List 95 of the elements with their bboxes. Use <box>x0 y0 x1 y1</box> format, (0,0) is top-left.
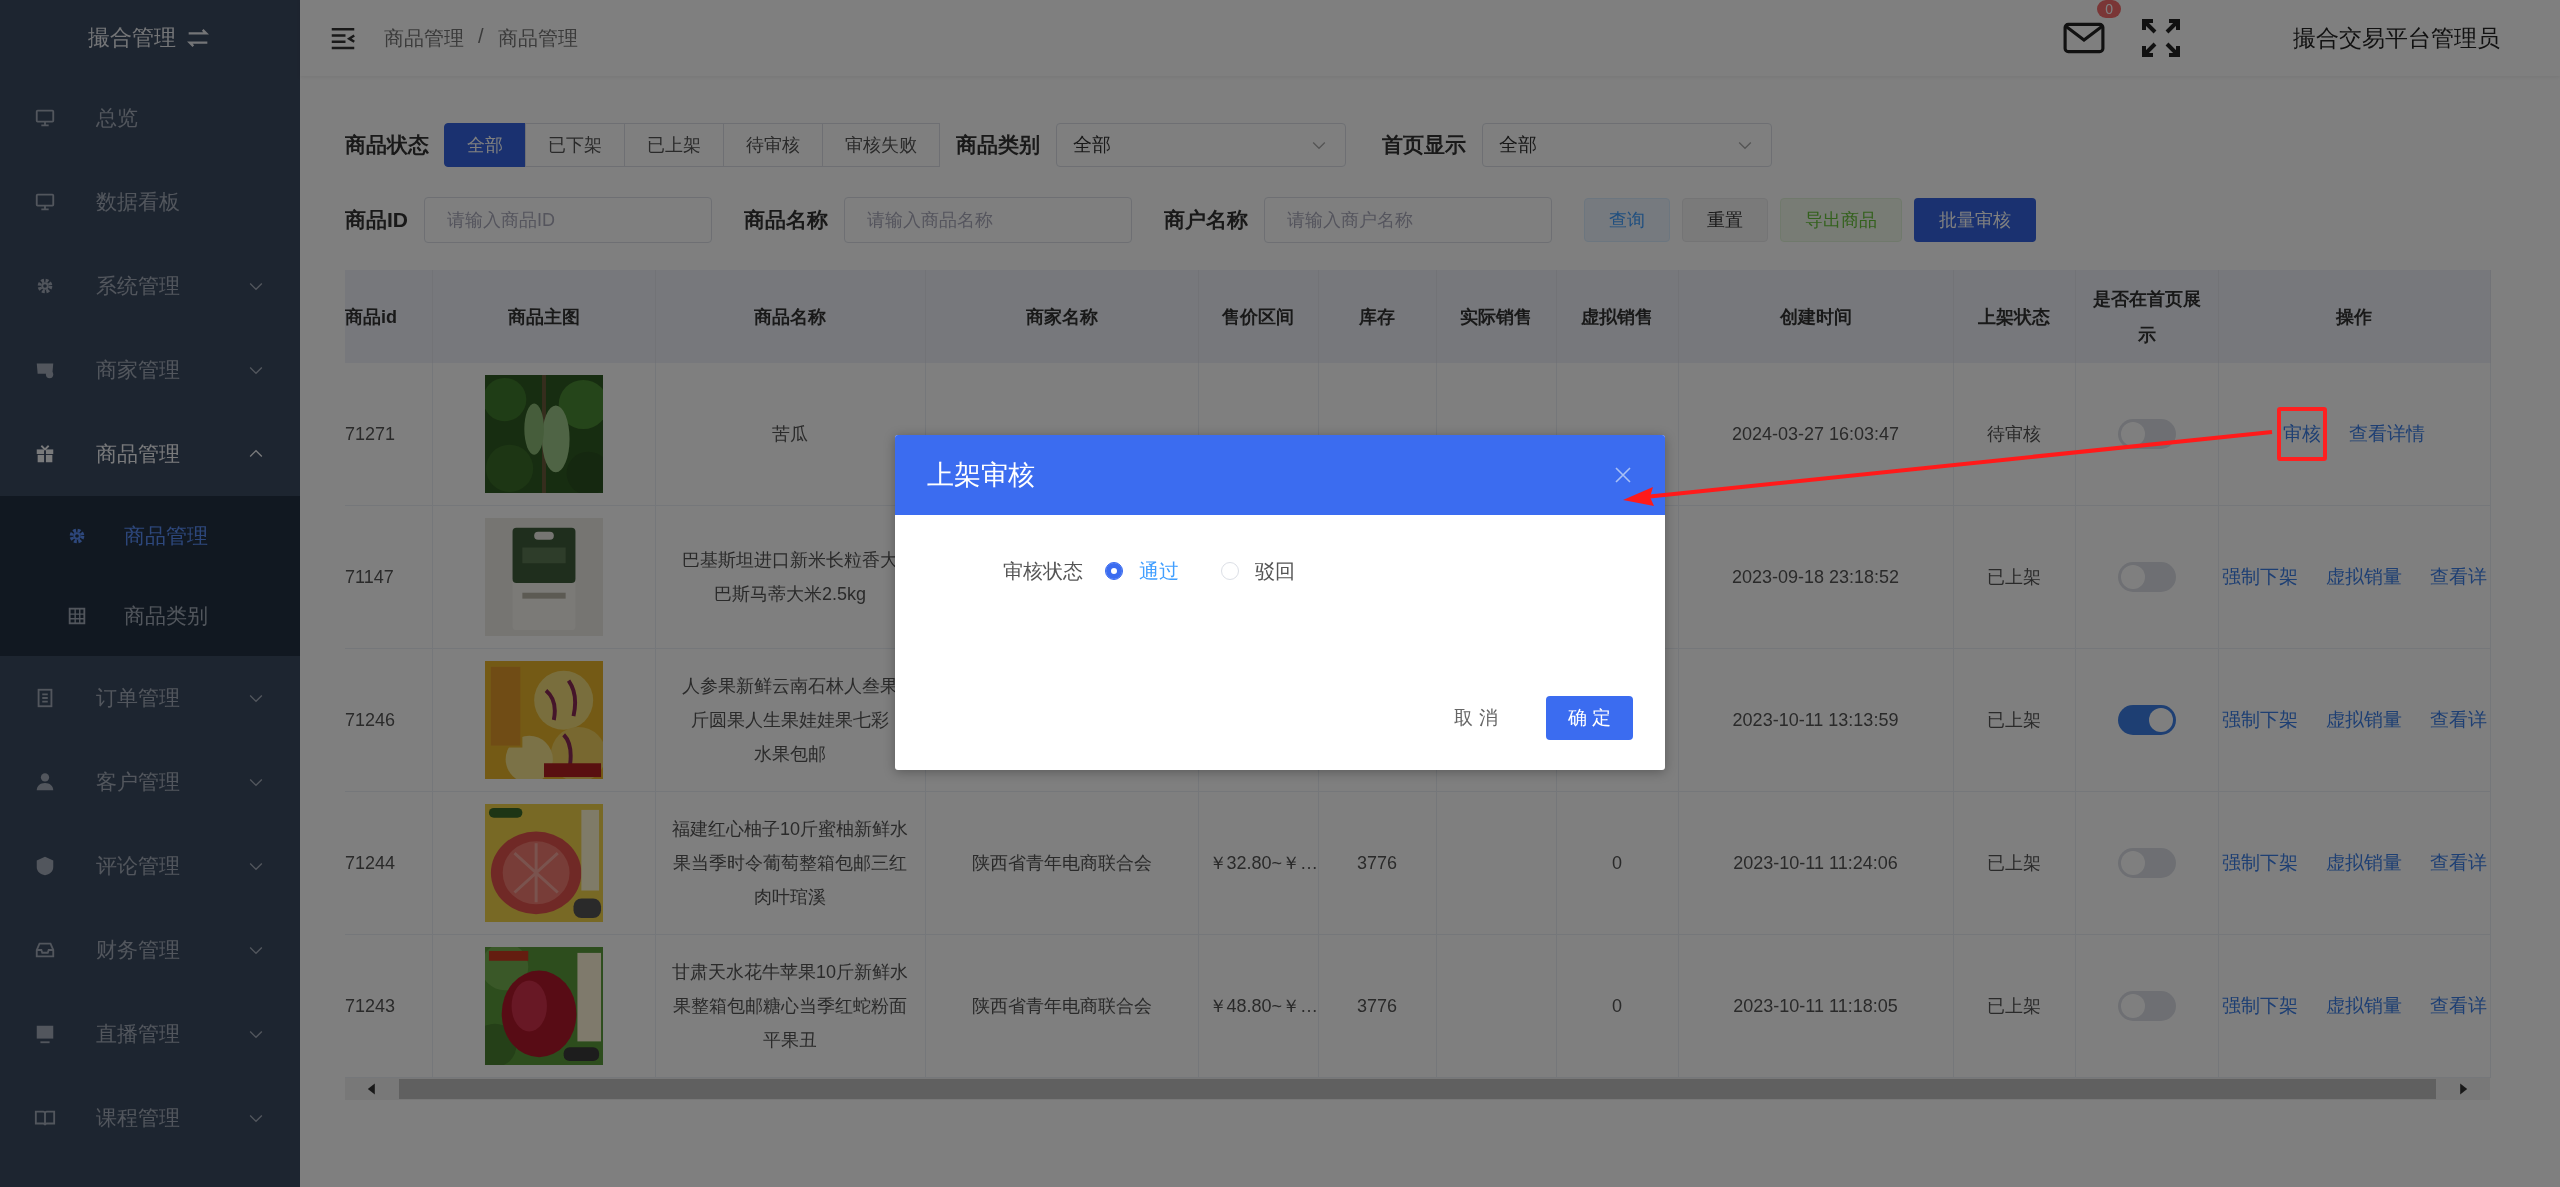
filter-label: 商品名称 <box>744 207 828 233</box>
submenu-item[interactable]: 商品类别 <box>0 576 300 656</box>
column-header: 是否在首页展示 <box>2075 270 2218 363</box>
action-link[interactable]: 查看详 <box>2429 566 2487 587</box>
table-cell: 2023-10-11 11:18:05 <box>1733 995 1898 1016</box>
status-tab[interactable]: 审核失败 <box>822 123 940 167</box>
action-link[interactable]: 查看详 <box>2429 995 2487 1016</box>
action-button[interactable]: 批量审核 <box>1914 198 2036 242</box>
column-header: 上架状态 <box>1953 270 2075 363</box>
table-cell: 0 <box>1612 995 1622 1016</box>
table-cell: 已上架 <box>1987 996 2041 1016</box>
table-cell-text: 苦瓜 <box>772 423 808 446</box>
table-cell: ￥32.80~￥… <box>1208 853 1319 873</box>
menu-item[interactable]: 商品管理 <box>0 412 300 496</box>
table-cell: 已上架 <box>1987 567 2041 587</box>
status-tab[interactable]: 全部 <box>444 123 526 167</box>
shield-icon <box>34 855 56 877</box>
column-header: 售价区间 <box>1198 270 1318 363</box>
table-cell: 待审核 <box>1987 424 2041 444</box>
mail-icon[interactable] <box>2063 22 2105 54</box>
dialog-title: 上架审核 <box>927 459 1035 492</box>
grid-icon <box>66 605 88 627</box>
table-cell: 3776 <box>1356 995 1397 1016</box>
table-cell: 陕西省青年电商联合会 <box>971 853 1152 873</box>
horizontal-scrollbar[interactable] <box>345 1078 2490 1100</box>
table-cell-text: 福建红心柚子10斤蜜柚新鲜水 果当季时令葡萄整箱包邮三红 肉叶琯溪 <box>672 818 908 909</box>
table-cell: 2023-10-11 13:13:59 <box>1732 709 1899 730</box>
close-icon[interactable] <box>1613 465 1633 485</box>
action-button[interactable]: 导出商品 <box>1780 198 1902 242</box>
screen-icon <box>34 1023 56 1045</box>
table-cell: 71246 <box>345 709 396 730</box>
breadcrumb-item[interactable]: 商品管理 <box>497 24 578 52</box>
action-link[interactable]: 强制下架 <box>2221 995 2298 1016</box>
filter-label: 商户名称 <box>1164 207 1248 233</box>
table-cell: 0 <box>1612 852 1622 873</box>
status-tab[interactable]: 已下架 <box>525 123 625 167</box>
filter-label: 商品状态 <box>345 132 429 158</box>
monitor-icon <box>34 107 56 129</box>
app-title: 撮合管理 <box>88 24 176 52</box>
table-cell: 已上架 <box>1987 853 2041 873</box>
filter-label: 商品类别 <box>956 132 1040 158</box>
table-cell: 2023-10-11 11:24:06 <box>1733 852 1898 873</box>
column-header: 商品主图 <box>432 270 655 363</box>
user-icon <box>34 771 56 793</box>
monitor-icon <box>34 191 56 213</box>
action-link[interactable]: 审核 <box>2283 423 2321 444</box>
toggle-switch[interactable] <box>2117 705 2176 735</box>
action-link[interactable]: 虚拟销量 <box>2325 995 2402 1016</box>
user-name[interactable]: 撮合交易平台管理员 <box>2293 22 2500 54</box>
action-button[interactable]: 查询 <box>1584 198 1670 242</box>
column-header: 操作 <box>2218 270 2490 363</box>
table-cell: 71147 <box>345 566 394 587</box>
table-cell-text: 甘肃天水花牛苹果10斤新鲜水 果整箱包邮糖心当季红蛇粉面 平果丑 <box>672 961 908 1052</box>
action-link[interactable]: 强制下架 <box>2221 709 2298 730</box>
select-field[interactable]: 全部 <box>1056 123 1346 167</box>
column-header: 实际销售 <box>1436 270 1556 363</box>
table-cell: 71243 <box>345 995 396 1016</box>
radio-option[interactable]: 通过 <box>1105 557 1179 585</box>
radio-option[interactable]: 驳回 <box>1221 557 1295 585</box>
action-button[interactable]: 重置 <box>1682 198 1768 242</box>
column-header: 创建时间 <box>1678 270 1953 363</box>
table-cell: 已上架 <box>1987 710 2041 730</box>
filter-label: 商品ID <box>345 207 408 233</box>
status-tab[interactable]: 已上架 <box>624 123 724 167</box>
action-link[interactable]: 强制下架 <box>2221 852 2298 873</box>
notification-badge: 0 <box>2097 0 2121 18</box>
action-link[interactable]: 虚拟销量 <box>2325 566 2402 587</box>
table-cell: 2024-03-27 16:03:47 <box>1731 423 1900 444</box>
status-tab[interactable]: 待审核 <box>723 123 823 167</box>
dialog-button[interactable]: 确 定 <box>1545 696 1633 740</box>
table-cell: 71244 <box>345 852 396 873</box>
column-header: 商品id <box>345 270 432 363</box>
gift-icon <box>34 443 56 465</box>
column-header: 库存 <box>1318 270 1436 363</box>
action-link[interactable]: 查看详 <box>2429 852 2487 873</box>
action-link[interactable]: 强制下架 <box>2221 566 2298 587</box>
select-field[interactable]: 全部 <box>1482 123 1772 167</box>
fullscreen-icon[interactable] <box>2141 18 2181 58</box>
filter-label: 首页显示 <box>1382 132 1466 158</box>
column-header: 商家名称 <box>925 270 1198 363</box>
breadcrumb-item[interactable]: 商品管理 <box>384 24 464 52</box>
table-cell: 2023-09-18 23:18:52 <box>1731 566 1900 587</box>
column-header: 虚拟销售 <box>1556 270 1678 363</box>
action-link[interactable]: 虚拟销量 <box>2325 709 2402 730</box>
table-cell: ￥48.80~￥… <box>1208 996 1319 1016</box>
table-cell: 3776 <box>1356 852 1397 873</box>
table-cell: 71271 <box>345 423 396 444</box>
breadcrumb-separator: / <box>478 24 484 49</box>
action-link[interactable]: 虚拟销量 <box>2325 852 2402 873</box>
action-link[interactable]: 查看详 <box>2429 709 2487 730</box>
column-header: 商品名称 <box>655 270 925 363</box>
field-label: 审核状态 <box>1003 558 1083 584</box>
table-cell: 陕西省青年电商联合会 <box>971 996 1152 1016</box>
submenu-item[interactable]: 商品管理 <box>0 496 300 576</box>
action-link[interactable]: 查看详情 <box>2349 423 2425 444</box>
